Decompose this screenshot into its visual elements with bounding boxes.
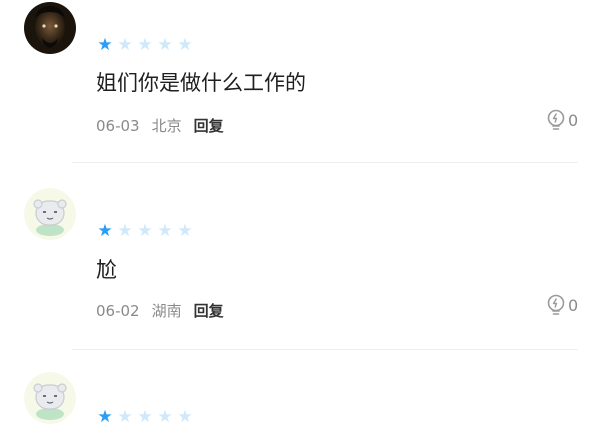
star-rating: ★ ★ ★ ★ ★ xyxy=(96,35,194,55)
default-avatar-icon xyxy=(24,372,76,424)
comment-meta: 06-02 湖南 回复 xyxy=(96,302,224,320)
like-button[interactable]: 0 xyxy=(546,294,578,316)
star-icon-empty: ★ xyxy=(117,35,133,55)
star-icon-empty: ★ xyxy=(177,35,193,55)
default-avatar-icon xyxy=(24,188,76,240)
star-icon-filled: ★ xyxy=(97,221,113,241)
star-rating: ★ ★ ★ ★ ★ xyxy=(96,221,194,241)
avatar[interactable] xyxy=(24,188,76,240)
star-icon-empty: ★ xyxy=(157,221,173,241)
like-count: 0 xyxy=(568,110,579,130)
comment-meta: 06-03 北京 回复 xyxy=(96,117,224,135)
reply-button[interactable]: 回复 xyxy=(194,302,224,320)
star-icon-filled: ★ xyxy=(97,407,113,427)
star-icon-empty: ★ xyxy=(137,221,153,241)
divider xyxy=(72,162,578,163)
star-icon-empty: ★ xyxy=(117,407,133,427)
star-icon-empty: ★ xyxy=(157,407,173,427)
divider xyxy=(72,349,578,350)
reply-button[interactable]: 回复 xyxy=(194,117,224,135)
star-icon-empty: ★ xyxy=(137,35,153,55)
like-button[interactable]: 0 xyxy=(546,109,578,131)
comment-location: 湖南 xyxy=(151,302,182,320)
avatar[interactable] xyxy=(24,2,76,54)
comment-date: 06-02 xyxy=(96,302,140,320)
star-rating: ★ ★ ★ ★ ★ xyxy=(96,407,194,427)
comment-text: 尬 xyxy=(96,258,117,282)
comment-date: 06-03 xyxy=(96,117,140,135)
star-icon-empty: ★ xyxy=(117,221,133,241)
lightbulb-icon xyxy=(547,294,565,315)
star-icon-empty: ★ xyxy=(137,407,153,427)
comment-text: 姐们你是做什么工作的 xyxy=(96,71,306,95)
photo-avatar-icon xyxy=(24,2,76,54)
lightbulb-icon xyxy=(547,109,565,130)
star-icon-empty: ★ xyxy=(157,35,173,55)
avatar[interactable] xyxy=(24,372,76,424)
like-count: 0 xyxy=(568,295,579,315)
star-icon-filled: ★ xyxy=(97,35,113,55)
star-icon-empty: ★ xyxy=(177,407,193,427)
star-icon-empty: ★ xyxy=(177,221,193,241)
comment-location: 北京 xyxy=(151,117,182,135)
